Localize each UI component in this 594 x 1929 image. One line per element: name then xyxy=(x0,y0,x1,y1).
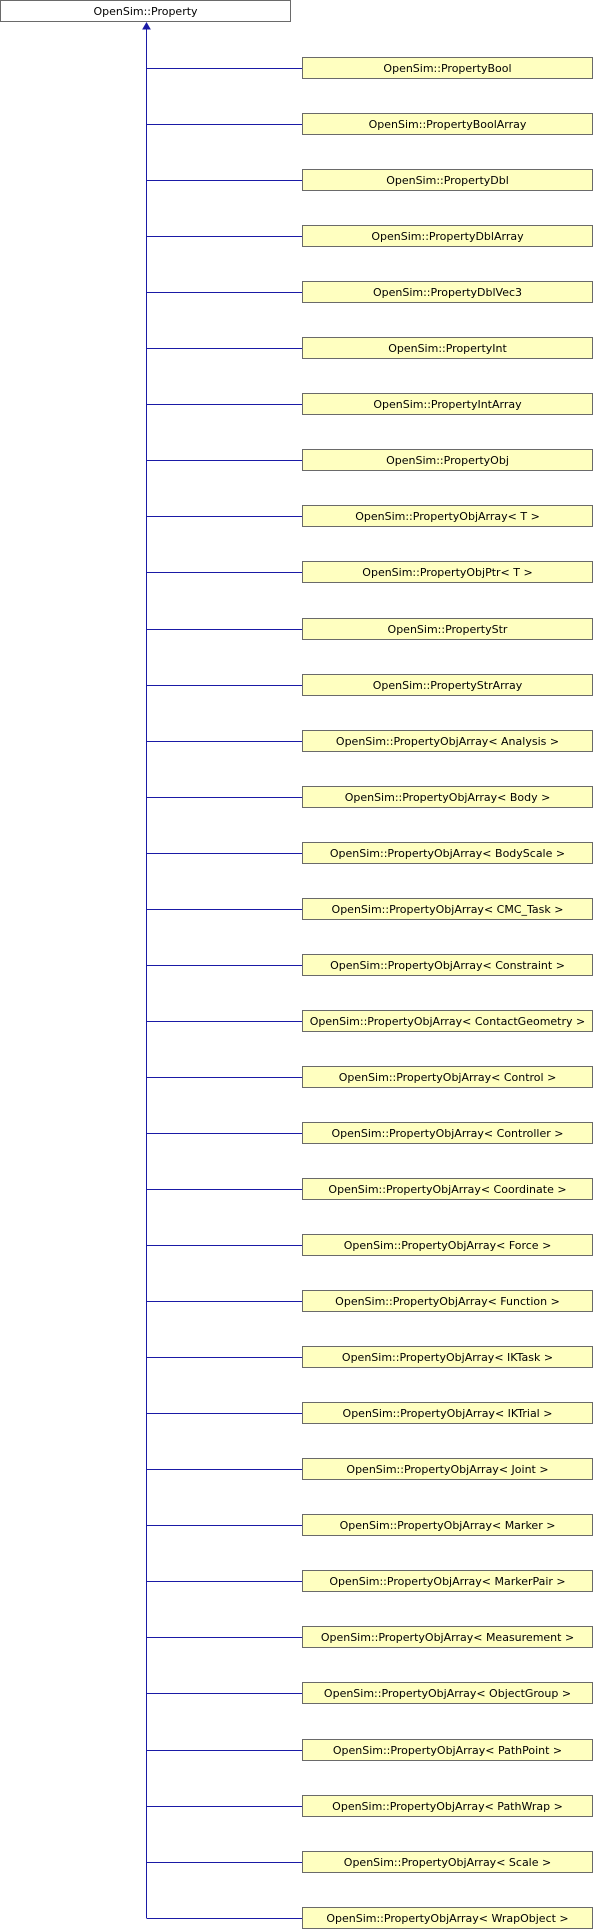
derived-class-node[interactable]: OpenSim::PropertyInt xyxy=(302,337,593,359)
derived-class-node[interactable]: OpenSim::PropertyObjArray< Joint > xyxy=(302,1458,593,1480)
derived-class-node[interactable]: OpenSim::PropertyObjArray< ContactGeomet… xyxy=(302,1010,593,1032)
derived-class-node[interactable]: OpenSim::PropertyObjArray< Control > xyxy=(302,1066,593,1088)
derived-class-node[interactable]: OpenSim::PropertyObjArray< CMC_Task > xyxy=(302,898,593,920)
derived-class-node[interactable]: OpenSim::PropertyObjArray< Measurement > xyxy=(302,1626,593,1648)
derived-class-node[interactable]: OpenSim::PropertyObjArray< Analysis > xyxy=(302,730,593,752)
derived-class-node[interactable]: OpenSim::PropertyObj xyxy=(302,449,593,471)
derived-class-node[interactable]: OpenSim::PropertyObjArray< Function > xyxy=(302,1290,593,1312)
derived-class-node[interactable]: OpenSim::PropertyIntArray xyxy=(302,393,593,415)
derived-class-node[interactable]: OpenSim::PropertyObjArray< PathWrap > xyxy=(302,1795,593,1817)
derived-class-node[interactable]: OpenSim::PropertyObjArray< Body > xyxy=(302,786,593,808)
derived-class-node[interactable]: OpenSim::PropertyObjArray< IKTrial > xyxy=(302,1402,593,1424)
derived-class-node[interactable]: OpenSim::PropertyObjArray< MarkerPair > xyxy=(302,1570,593,1592)
derived-class-node[interactable]: OpenSim::PropertyObjArray< PathPoint > xyxy=(302,1739,593,1761)
derived-class-node[interactable]: OpenSim::PropertyStr xyxy=(302,618,593,640)
derived-class-node[interactable]: OpenSim::PropertyObjArray< BodyScale > xyxy=(302,842,593,864)
inheritance-arrowhead xyxy=(142,22,151,30)
derived-class-node[interactable]: OpenSim::PropertyBool xyxy=(302,57,593,79)
derived-class-node[interactable]: OpenSim::PropertyObjArray< T > xyxy=(302,505,593,527)
derived-class-node[interactable]: OpenSim::PropertyObjArray< Marker > xyxy=(302,1514,593,1536)
derived-class-node[interactable]: OpenSim::PropertyStrArray xyxy=(302,674,593,696)
root-class-node[interactable]: OpenSim::Property xyxy=(0,0,291,22)
derived-class-node[interactable]: OpenSim::PropertyObjArray< Force > xyxy=(302,1234,593,1256)
derived-class-node[interactable]: OpenSim::PropertyObjPtr< T > xyxy=(302,561,593,583)
derived-class-node[interactable]: OpenSim::PropertyObjArray< ObjectGroup > xyxy=(302,1682,593,1704)
derived-class-node[interactable]: OpenSim::PropertyDblArray xyxy=(302,225,593,247)
derived-class-node[interactable]: OpenSim::PropertyObjArray< Coordinate > xyxy=(302,1178,593,1200)
derived-class-node[interactable]: OpenSim::PropertyObjArray< Controller > xyxy=(302,1122,593,1144)
derived-class-node[interactable]: OpenSim::PropertyBoolArray xyxy=(302,113,593,135)
derived-class-node[interactable]: OpenSim::PropertyObjArray< WrapObject > xyxy=(302,1907,593,1929)
derived-class-node[interactable]: OpenSim::PropertyDbl xyxy=(302,169,593,191)
derived-class-node[interactable]: OpenSim::PropertyObjArray< Scale > xyxy=(302,1851,593,1873)
derived-class-node[interactable]: OpenSim::PropertyObjArray< IKTask > xyxy=(302,1346,593,1368)
derived-class-node[interactable]: OpenSim::PropertyDblVec3 xyxy=(302,281,593,303)
derived-class-node[interactable]: OpenSim::PropertyObjArray< Constraint > xyxy=(302,954,593,976)
